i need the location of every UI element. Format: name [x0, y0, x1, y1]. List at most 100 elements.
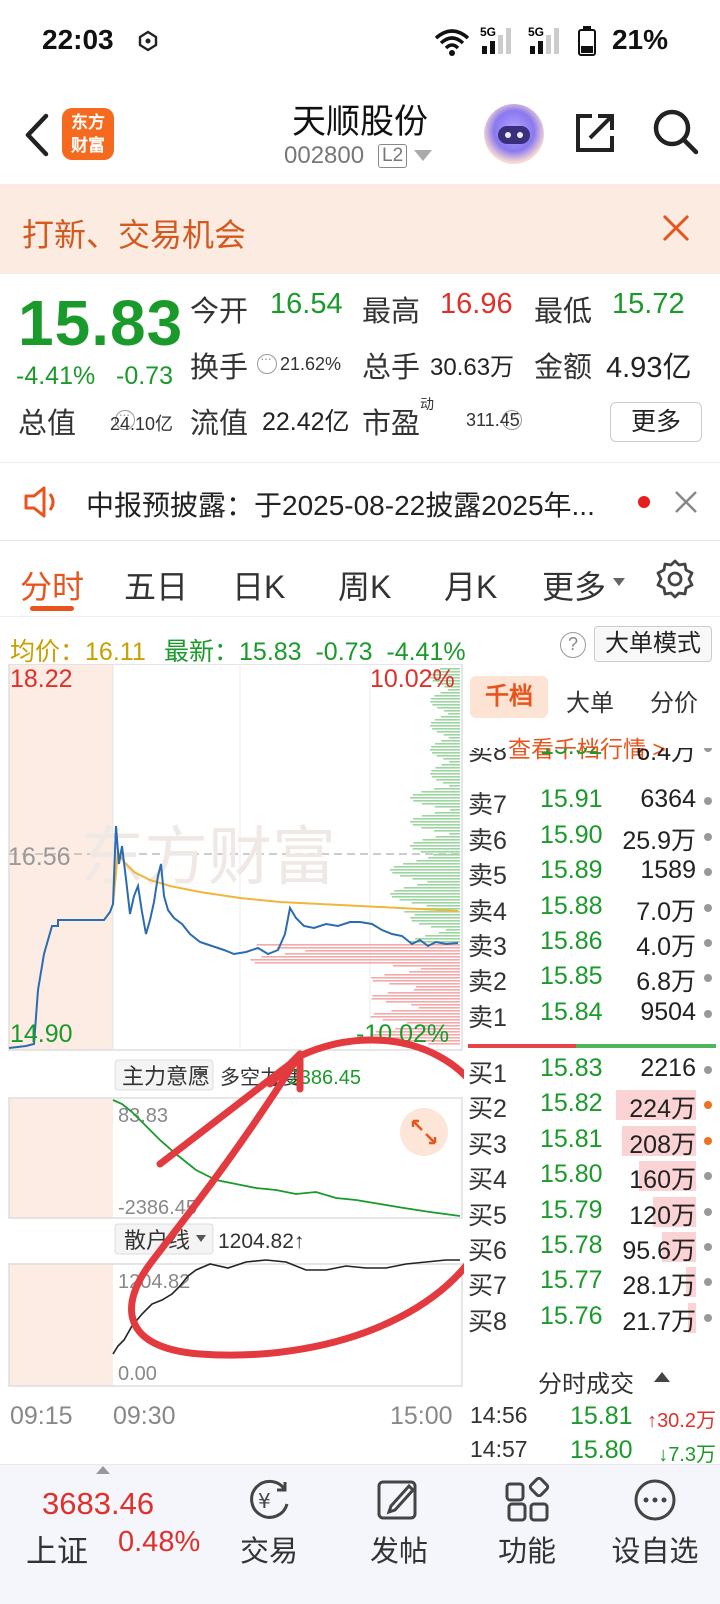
depth-bar [436, 755, 460, 757]
depth-bar [433, 788, 460, 790]
depth-bar [416, 860, 460, 862]
order-book-row[interactable]: 买8 15.76 21.7万 [466, 1300, 720, 1336]
depth-bar [435, 836, 460, 838]
chevron-up-icon[interactable] [96, 1466, 110, 1474]
depth-bar [448, 737, 460, 739]
depth-bar [443, 734, 460, 736]
nav-add-watchlist[interactable]: 设自选 [600, 1468, 710, 1578]
order-book-row[interactable]: 买4 15.80 160万 [466, 1158, 720, 1194]
level-dot [704, 1066, 712, 1074]
depth-bar [434, 830, 460, 832]
index-value[interactable]: 3683.46 [42, 1486, 154, 1522]
depth-bar [411, 920, 460, 922]
depth-bar [449, 833, 460, 835]
depth-bar [410, 821, 460, 823]
order-book-row[interactable]: 买2 15.82 224万 [466, 1087, 720, 1123]
order-book-row[interactable]: 卖6 15.90 25.9万 [466, 819, 720, 855]
level-label: 买8 [468, 1307, 507, 1336]
chevron-up-icon[interactable] [654, 1372, 670, 1382]
sub2-bottom-label: 0.00 [118, 1363, 157, 1385]
notice-text[interactable]: 中报预披露：于2025-08-22披露2025年... [86, 484, 595, 524]
tab-five-day[interactable]: 五日 [124, 562, 188, 608]
depth-bar [276, 947, 460, 949]
nav-post[interactable]: 发帖 [344, 1468, 454, 1578]
order-book-row[interactable]: 卖4 15.88 7.0万 [466, 890, 720, 926]
volume-value: 30.63万 [430, 354, 515, 381]
svg-text:5G: 5G [528, 25, 544, 39]
index-name[interactable]: 上证 [26, 1526, 88, 1571]
more-quote-button[interactable]: 更多 [610, 402, 702, 442]
ticks-header[interactable]: 分时成交 [538, 1364, 634, 1399]
svg-text:¥: ¥ [258, 1489, 271, 1513]
tab-weekly-k[interactable]: 周K [338, 562, 391, 608]
depth-bar [430, 773, 460, 775]
tab-big-orders[interactable]: 大单 [566, 683, 614, 718]
depth-bar [371, 977, 460, 979]
location-icon [138, 30, 158, 52]
order-book-row[interactable]: 买7 15.77 28.1万 [466, 1264, 720, 1300]
privacy-eye-icon[interactable] [257, 350, 277, 374]
trade-icon: ¥ [250, 1479, 289, 1519]
depth-bar [436, 731, 460, 733]
depth-bar [409, 971, 460, 973]
order-book-row[interactable]: 卖2 15.85 6.8万 [466, 960, 720, 996]
depth-bar [372, 995, 460, 997]
depth-bar [394, 890, 460, 892]
depth-bar [391, 896, 460, 898]
chevron-down-icon[interactable] [414, 150, 432, 161]
big-order-mode-button[interactable]: 大单模式 [594, 626, 712, 662]
tab-more[interactable]: 更多 [542, 562, 606, 608]
depth-bar [445, 929, 460, 931]
depth-bar [387, 992, 460, 994]
expand-icon[interactable] [400, 1108, 448, 1156]
tab-order-depth[interactable]: 千档 [470, 676, 548, 718]
low-label: 最低 [534, 296, 593, 328]
tick-row: 14:56 15.81 ↑30.2万 [466, 1400, 720, 1434]
gear-icon[interactable] [654, 558, 696, 600]
help-icon[interactable]: ? [560, 632, 586, 658]
order-book-row[interactable]: 买5 15.79 120万 [466, 1194, 720, 1230]
order-book-row[interactable]: 买3 15.81 208万 [466, 1123, 720, 1159]
depth-bar [425, 935, 460, 937]
close-icon[interactable] [672, 488, 700, 516]
level-label: 卖7 [468, 791, 507, 820]
level-price: 15.90 [540, 820, 603, 849]
order-book-row[interactable]: 卖1 15.84 9504 [466, 996, 720, 1032]
tab-intraday[interactable]: 分时 [20, 562, 84, 608]
depth-bar [434, 695, 460, 697]
share-icon[interactable] [570, 108, 620, 158]
assistant-robot-icon[interactable] [484, 104, 544, 164]
level-volume: 6.8万 [636, 968, 696, 997]
level-price: 15.82 [540, 1089, 603, 1118]
stock-code[interactable]: 002800 [284, 142, 364, 170]
tab-daily-k[interactable]: 日K [232, 562, 285, 608]
depth-bar [430, 722, 460, 724]
close-icon[interactable] [658, 210, 694, 246]
depth-bar [305, 950, 460, 952]
depth-bar [430, 725, 460, 727]
order-book-row[interactable]: 卖3 15.86 4.0万 [466, 925, 720, 961]
nav-trade[interactable]: ¥ 交易 [214, 1468, 324, 1578]
level-label: 买7 [468, 1272, 507, 1301]
tab-price-distribution[interactable]: 分价 [650, 683, 698, 718]
promo-banner[interactable]: 打新、交易机会 [0, 184, 720, 274]
order-book-row[interactable]: 卖5 15.89 1589 [466, 854, 720, 890]
depth-bar [428, 857, 460, 859]
divider [0, 616, 720, 617]
depth-bar [392, 965, 460, 967]
order-book-row[interactable]: 买6 15.78 95.6万 [466, 1229, 720, 1265]
index-change-percent[interactable]: 0.48% [118, 1526, 200, 1559]
depth-bar [448, 713, 460, 715]
search-icon[interactable] [650, 106, 702, 158]
order-book-row[interactable]: 买1 15.83 2216 [466, 1052, 720, 1088]
depth-bar [413, 842, 460, 844]
tab-monthly-k[interactable]: 月K [444, 562, 497, 608]
level-label: 卖4 [468, 897, 507, 926]
nav-functions[interactable]: 功能 [472, 1468, 582, 1578]
order-book-row[interactable]: 卖7 15.91 6364 [466, 783, 720, 819]
level-label: 买1 [468, 1060, 507, 1088]
indicator-selector-1-label[interactable]: 主力意愿 [122, 1065, 210, 1090]
intraday-chart[interactable]: 东方财富 18.22 10.02% 16.56 14.90 -10.02% 主力… [0, 664, 464, 1470]
depth-bar [411, 902, 460, 904]
level-dot [704, 868, 712, 877]
